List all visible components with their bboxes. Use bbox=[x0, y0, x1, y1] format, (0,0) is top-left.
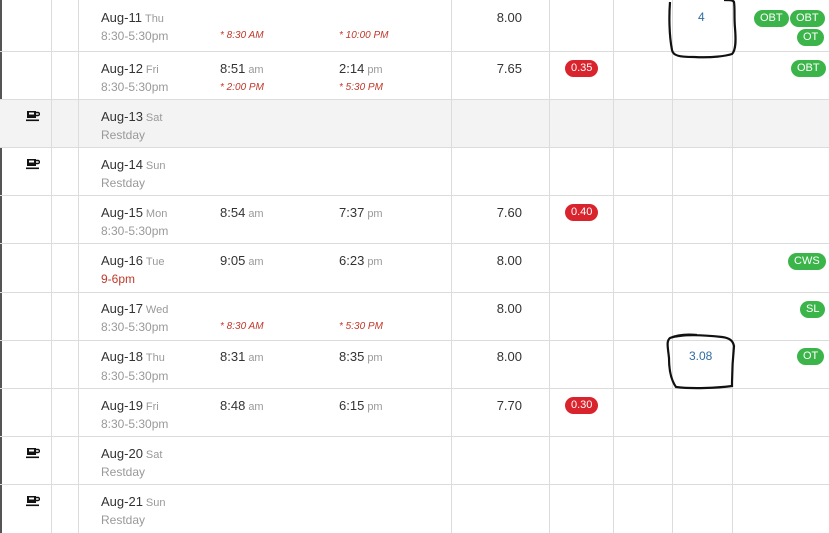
status-badge[interactable]: OT bbox=[797, 29, 825, 46]
time-out-cell: 6:15 pm bbox=[339, 398, 383, 413]
hours-cell: 8.00 bbox=[496, 253, 522, 268]
hand-drawn-circle bbox=[666, 333, 736, 390]
time-out-cell: 2:14 pm bbox=[339, 61, 383, 76]
schedule-cell: 8:30-5:30pm bbox=[101, 320, 169, 334]
table-row: Aug-14 Sun Restday bbox=[0, 148, 829, 196]
time-in-request: * 8:30 AM bbox=[220, 30, 264, 41]
time-in-cell: 8:51 am bbox=[220, 61, 264, 76]
column-divider bbox=[613, 0, 614, 533]
date-cell: Aug-15 Mon bbox=[101, 205, 168, 220]
schedule-cell: 8:30-5:30pm bbox=[101, 369, 169, 383]
schedule-cell: 8:30-5:30pm bbox=[101, 224, 169, 238]
time-in-cell: 8:48 am bbox=[220, 398, 264, 413]
time-out-request: * 5:30 PM bbox=[339, 82, 383, 93]
hours-cell: 8.00 bbox=[496, 10, 522, 25]
hours-cell: 7.70 bbox=[496, 398, 522, 413]
hours-cell: 8.00 bbox=[496, 349, 522, 364]
column-divider bbox=[78, 0, 79, 533]
status-badge[interactable]: OT bbox=[797, 348, 825, 365]
schedule-cell: 9-6pm bbox=[101, 272, 136, 286]
time-in-cell: 9:05 am bbox=[220, 253, 264, 268]
coffee-cup-icon bbox=[26, 496, 40, 507]
date-cell: Aug-18 Thu bbox=[101, 349, 165, 364]
time-out-cell: 7:37 pm bbox=[339, 205, 383, 220]
column-divider bbox=[451, 0, 452, 533]
late-badge: 0.35 bbox=[565, 60, 599, 77]
date-cell: Aug-17 Wed bbox=[101, 301, 169, 316]
column-divider bbox=[51, 0, 52, 533]
table-row: Aug-16 Tue 9-6pm 9:05 am 6:23 pm 8.00 CWS bbox=[0, 244, 829, 293]
hours-cell: 7.65 bbox=[496, 61, 522, 76]
schedule-cell: Restday bbox=[101, 465, 146, 479]
hours-cell: 8.00 bbox=[496, 301, 522, 316]
time-out-request: * 5:30 PM bbox=[339, 321, 383, 332]
column-divider bbox=[732, 0, 733, 533]
date-cell: Aug-12 Fri bbox=[101, 61, 159, 76]
date-cell: Aug-16 Tue bbox=[101, 253, 165, 268]
date-cell: Aug-20 Sat bbox=[101, 446, 163, 461]
table-row: Aug-15 Mon 8:30-5:30pm 8:54 am 7:37 pm 7.60… bbox=[0, 196, 829, 244]
status-badge[interactable]: SL bbox=[800, 301, 826, 318]
column-divider bbox=[672, 0, 673, 533]
time-out-cell: 6:23 pm bbox=[339, 253, 383, 268]
status-badge[interactable]: OBT bbox=[754, 10, 789, 27]
status-badge[interactable]: OBT bbox=[791, 60, 826, 77]
coffee-cup-icon bbox=[26, 159, 40, 170]
schedule-cell: Restday bbox=[101, 176, 146, 190]
date-cell: Aug-14 Sun bbox=[101, 157, 166, 172]
date-cell: Aug-13 Sat bbox=[101, 109, 163, 124]
column-divider bbox=[549, 0, 550, 533]
late-badge: 0.40 bbox=[565, 204, 599, 221]
table-row: Aug-20 Sat Restday bbox=[0, 437, 829, 485]
date-cell: Aug-19 Fri bbox=[101, 398, 159, 413]
hand-drawn-circle bbox=[668, 0, 737, 59]
hours-cell: 7.60 bbox=[496, 205, 522, 220]
table-row: Aug-13 Sat Restday bbox=[0, 100, 829, 148]
table-row: Aug-21 Sun Restday bbox=[0, 485, 829, 533]
schedule-cell: 8:30-5:30pm bbox=[101, 417, 169, 431]
time-in-cell: 8:54 am bbox=[220, 205, 264, 220]
status-badge[interactable]: CWS bbox=[788, 253, 826, 270]
time-out-request: * 10:00 PM bbox=[339, 30, 389, 41]
time-out-cell: 8:35 pm bbox=[339, 349, 383, 364]
date-cell: Aug-21 Sun bbox=[101, 494, 166, 509]
coffee-cup-icon bbox=[26, 111, 40, 122]
time-in-request: * 8:30 AM bbox=[220, 321, 264, 332]
status-badge[interactable]: OBT bbox=[790, 10, 825, 27]
schedule-cell: 8:30-5:30pm bbox=[101, 80, 169, 94]
time-in-cell: 8:31 am bbox=[220, 349, 264, 364]
coffee-cup-icon bbox=[26, 448, 40, 459]
late-badge: 0.30 bbox=[565, 397, 599, 414]
table-row: Aug-19 Fri 8:30-5:30pm 8:48 am 6:15 pm 7.70… bbox=[0, 389, 829, 437]
schedule-cell: 8:30-5:30pm bbox=[101, 29, 169, 43]
time-in-request: * 2:00 PM bbox=[220, 82, 264, 93]
schedule-cell: Restday bbox=[101, 513, 146, 527]
date-cell: Aug-11 Thu bbox=[101, 10, 164, 25]
schedule-cell: Restday bbox=[101, 128, 146, 142]
